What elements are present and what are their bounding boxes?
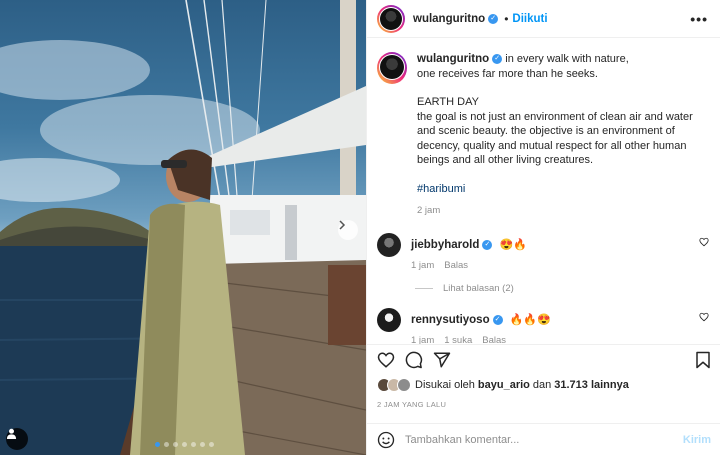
reply-button[interactable]: Balas	[482, 335, 506, 345]
likes-joiner: dan	[532, 379, 552, 391]
caption-avatar-ring[interactable]	[377, 52, 407, 84]
carousel-dot	[200, 442, 205, 447]
verified-badge-icon: ✓	[488, 13, 499, 24]
comment-username[interactable]: rennysutiyoso	[411, 314, 490, 326]
caption-text: wulanguritno ✓ in every walk with nature,…	[417, 52, 711, 219]
photo-scene	[0, 0, 366, 455]
carousel-dot	[182, 442, 187, 447]
carousel-dot	[191, 442, 196, 447]
comment-item: jiebbyharold ✓ 😍🔥 1 jam Balas	[377, 232, 711, 271]
share-icon[interactable]	[433, 351, 451, 369]
post-header: wulanguritno ✓ • Diikuti •••	[367, 0, 720, 38]
likes-prefix: Disukai oleh	[415, 379, 475, 391]
comment-text: 😍🔥	[499, 238, 527, 251]
bookmark-icon[interactable]	[695, 351, 711, 369]
caption-line-2: one receives far more than he seeks.	[417, 67, 598, 80]
carousel-indicator	[155, 442, 214, 447]
more-options-icon[interactable]: •••	[690, 11, 708, 27]
next-photo-button[interactable]	[338, 220, 358, 240]
post-photo[interactable]	[0, 0, 366, 455]
comment-username[interactable]: jiebbyharold	[411, 239, 479, 251]
post-detail-panel: wulanguritno ✓ • Diikuti ••• wulanguritn…	[366, 0, 720, 455]
post-comment-button[interactable]: Kirim	[683, 434, 711, 446]
avatar[interactable]	[377, 232, 401, 257]
comment-input[interactable]	[405, 433, 665, 446]
post-actions: Disukai oleh bayu_ario dan 31.713 lainny…	[367, 344, 720, 409]
comment-icon[interactable]	[405, 351, 423, 369]
caption-username[interactable]: wulanguritno	[417, 53, 489, 65]
chevron-right-icon	[339, 220, 346, 230]
separator-dot: •	[504, 11, 509, 26]
comments-scroll-area[interactable]: wulanguritno ✓ in every walk with nature,…	[367, 38, 720, 344]
replies-divider	[415, 287, 433, 289]
hashtag-link[interactable]: #haribumi	[417, 183, 465, 195]
view-replies-label: Lihat balasan (2)	[443, 282, 514, 294]
author-avatar-ring[interactable]	[377, 4, 405, 33]
likes-count[interactable]: 31.713 lainnya	[554, 379, 629, 391]
add-comment-bar: Kirim	[367, 423, 720, 455]
liker-avatars	[377, 378, 411, 392]
avatar	[380, 7, 402, 30]
verified-badge-icon: ✓	[482, 239, 493, 250]
caption-line-1: in every walk with nature,	[505, 53, 629, 65]
liker-username[interactable]: bayu_ario	[478, 379, 530, 391]
comment-time[interactable]: 1 jam	[411, 260, 434, 271]
carousel-dot	[164, 442, 169, 447]
verified-badge-icon: ✓	[492, 314, 503, 325]
avatar	[397, 378, 411, 392]
carousel-dot	[155, 442, 160, 447]
comment-time[interactable]: 1 jam	[411, 335, 434, 345]
caption-paragraph: the goal is not just an environment of c…	[417, 110, 693, 167]
emoji-icon[interactable]	[377, 431, 395, 449]
user-tag-button[interactable]	[6, 428, 28, 450]
likes-summary[interactable]: Disukai oleh bayu_ario dan 31.713 lainny…	[377, 375, 711, 395]
caption-time[interactable]: 2 jam	[417, 204, 711, 219]
follow-status-button[interactable]: Diikuti	[512, 13, 547, 25]
avatar	[380, 55, 404, 79]
comment-text: 🔥🔥😍	[509, 313, 551, 326]
comment-like-count[interactable]: 1 suka	[444, 335, 472, 345]
caption: wulanguritno ✓ in every walk with nature,…	[377, 52, 711, 219]
post-timestamp[interactable]: 2 JAM YANG LALU	[377, 400, 711, 409]
avatar[interactable]	[377, 307, 401, 332]
comment-like-icon[interactable]	[699, 237, 709, 247]
comment-item: rennysutiyoso ✓ 🔥🔥😍 1 jam 1 suka Balas	[377, 307, 711, 345]
carousel-dot	[209, 442, 214, 447]
carousel-dot	[173, 442, 178, 447]
heart-icon[interactable]	[377, 351, 395, 369]
author-username[interactable]: wulanguritno	[413, 13, 485, 25]
comment-like-icon[interactable]	[699, 312, 709, 322]
user-tag-icon	[6, 428, 17, 439]
view-replies-button[interactable]: Lihat balasan (2)	[415, 283, 711, 294]
action-icons	[377, 345, 711, 375]
reply-button[interactable]: Balas	[444, 260, 468, 271]
verified-badge-icon: ✓	[492, 54, 503, 65]
caption-heading: EARTH DAY	[417, 96, 479, 108]
